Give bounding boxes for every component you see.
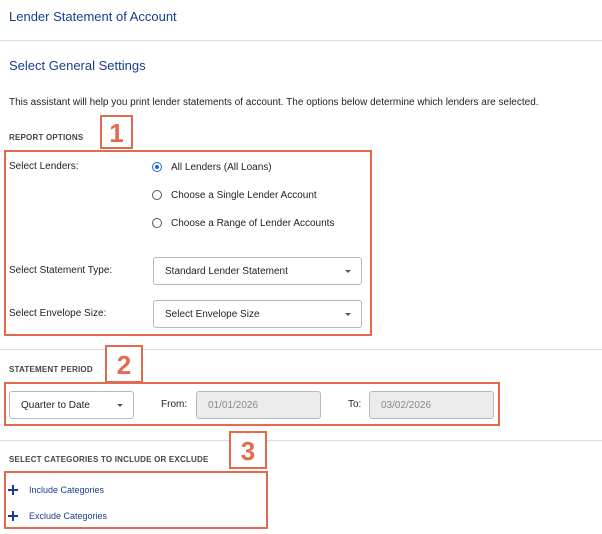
categories-heading: SELECT CATEGORIES TO INCLUDE OR EXCLUDE <box>9 455 209 464</box>
annotation-box-2 <box>4 382 500 426</box>
annotation-badge-1: 1 <box>100 115 133 149</box>
report-options-heading: REPORT OPTIONS <box>9 133 84 142</box>
intro-text: This assistant will help you print lende… <box>9 97 539 108</box>
annotation-badge-2: 2 <box>105 345 143 383</box>
divider <box>0 349 602 350</box>
page-title: Lender Statement of Account <box>9 9 177 24</box>
statement-period-heading: STATEMENT PERIOD <box>9 365 93 374</box>
divider <box>0 440 602 441</box>
section-title: Select General Settings <box>9 58 146 73</box>
annotation-badge-3: 3 <box>229 431 267 469</box>
annotation-box-3 <box>4 471 268 529</box>
divider <box>0 40 602 41</box>
annotation-box-1 <box>4 150 372 336</box>
